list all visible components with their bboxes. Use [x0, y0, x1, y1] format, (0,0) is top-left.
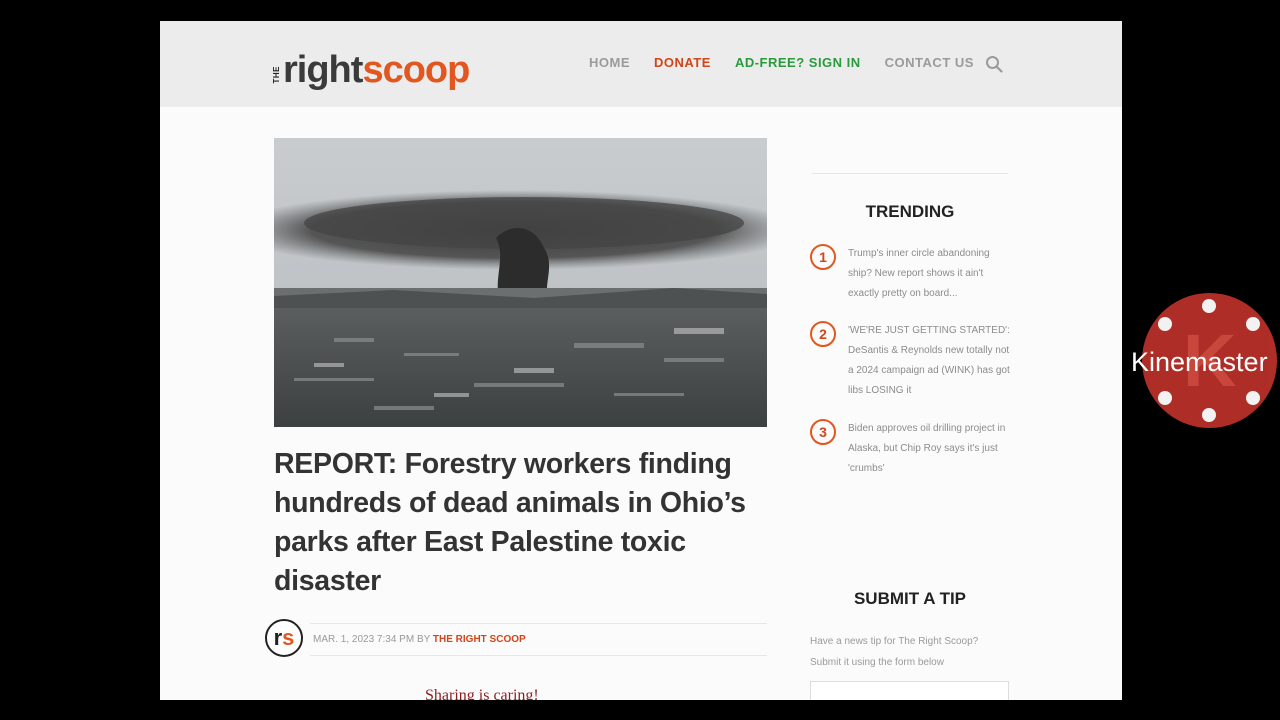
search-icon[interactable] — [985, 55, 1003, 73]
tip-form-field[interactable] — [810, 681, 1009, 700]
article-hero-image[interactable] — [274, 138, 767, 427]
byline-divider-bottom — [310, 655, 767, 656]
trending-link[interactable]: Biden approves oil drilling project in A… — [848, 419, 1010, 479]
trending-link[interactable]: 'WE'RE JUST GETTING STARTED': DeSantis &… — [848, 321, 1010, 401]
logo-scoop: scoop — [362, 49, 470, 91]
nav-adfree-sign-in[interactable]: AD-FREE? SIGN IN — [735, 55, 861, 70]
submit-tip-description: Have a news tip for The Right Scoop? Sub… — [810, 636, 979, 668]
article-byline: MAR. 1, 2023 7:34 PM BY THE RIGHT SCOOP — [313, 634, 526, 645]
nav-contact-us[interactable]: CONTACT US — [885, 55, 974, 70]
author-avatar[interactable]: rs — [265, 619, 303, 657]
avatar-s: s — [282, 625, 295, 650]
trending-item[interactable]: 2 'WE'RE JUST GETTING STARTED': DeSantis… — [810, 321, 1010, 401]
trending-item[interactable]: 3 Biden approves oil drilling project in… — [810, 419, 1010, 479]
trending-number: 3 — [810, 419, 836, 445]
main-nav: HOME DONATE AD-FREE? SIGN IN CONTACT US — [589, 55, 974, 70]
sidebar-divider — [812, 173, 1008, 174]
submit-tip-title: SUBMIT A TIP — [853, 589, 967, 608]
article-date: MAR. 1, 2023 7:34 PM BY — [313, 634, 431, 645]
site-header: THE right scoop HOME DONATE AD-FREE? SIG… — [160, 21, 1122, 107]
site-logo[interactable]: THE right scoop — [272, 41, 470, 91]
logo-the: THE — [272, 65, 281, 84]
trending-title: TRENDING — [865, 202, 955, 221]
trending-number: 1 — [810, 244, 836, 270]
byline-divider-top — [310, 623, 767, 624]
sharing-text: Sharing is caring! — [425, 687, 539, 700]
trending-link[interactable]: Trump's inner circle abandoning ship? Ne… — [848, 244, 1010, 304]
trending-number: 2 — [810, 321, 836, 347]
trending-item[interactable]: 1 Trump's inner circle abandoning ship? … — [810, 244, 1010, 304]
nav-home[interactable]: HOME — [589, 55, 630, 70]
avatar-r: r — [273, 625, 283, 650]
article-author-link[interactable]: THE RIGHT SCOOP — [433, 634, 526, 645]
article-headline[interactable]: REPORT: Forestry workers finding hundred… — [274, 445, 774, 601]
kinemaster-watermark-label: Kinemaster — [1131, 347, 1268, 377]
logo-right: right — [283, 49, 363, 91]
browser-page: THE right scoop HOME DONATE AD-FREE? SIG… — [160, 21, 1122, 700]
nav-donate[interactable]: DONATE — [654, 55, 711, 70]
